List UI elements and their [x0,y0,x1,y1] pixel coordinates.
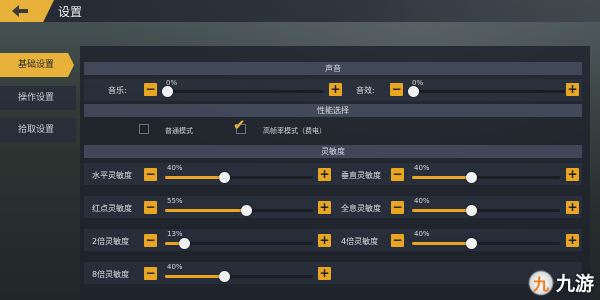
scope2x-sens-minus-button[interactable]: − [144,234,157,247]
check-icon: ✔ [233,116,246,134]
horizontal-sens-minus-button[interactable]: − [144,168,157,181]
holo-sens-knob[interactable] [466,205,477,216]
scope4x-sens-minus-button[interactable]: − [391,234,404,247]
holo-sens-label: 全息灵敏度 [341,204,381,213]
sfx-label: 音效: [356,86,375,95]
sensitivity-row-4 [84,262,582,284]
nav-item-basic[interactable]: 基础设置 [0,53,74,77]
vertical-sens-slider[interactable] [412,172,560,183]
scope8x-sens-minus-button[interactable]: − [144,267,157,280]
vertical-sens-plus-button[interactable]: + [566,168,579,181]
scope4x-sens-label: 4倍灵敏度 [341,237,379,246]
nav-item-controls[interactable]: 操作设置 [0,86,76,110]
horizontal-sens-knob[interactable] [219,172,230,183]
sfx-slider-knob[interactable] [408,86,419,97]
holo-sens-minus-button[interactable]: − [391,201,404,214]
vertical-sens-minus-button[interactable]: − [391,168,404,181]
back-arrow-icon [12,5,28,17]
scope2x-sens-label: 2倍灵敏度 [92,237,130,246]
watermark: 九 九游 [527,269,594,296]
music-plus-button[interactable]: + [329,83,342,96]
scope4x-sens-plus-button[interactable]: + [566,234,579,247]
holo-sens-slider[interactable] [412,205,560,216]
sensitivity-row-1 [84,163,582,185]
sfx-slider[interactable] [408,86,565,97]
scope8x-sens-knob[interactable] [219,271,230,282]
section-header-sensitivity: 灵敏度 [84,145,582,158]
scope4x-sens-knob[interactable] [466,238,477,249]
vertical-sens-label: 垂直灵敏度 [341,171,381,180]
holo-sens-value: 40% [414,197,430,205]
sensitivity-row-3 [84,229,582,251]
music-minus-button[interactable]: − [144,83,157,96]
sfx-plus-button[interactable]: + [566,83,579,96]
normal-mode-checkbox[interactable] [139,124,149,134]
section-header-performance: 性能选择 [84,104,582,117]
sensitivity-row-2 [84,196,582,218]
scope2x-sens-plus-button[interactable]: + [318,234,331,247]
nav-item-pickup[interactable]: 拾取设置 [0,118,76,142]
horizontal-sens-fill [165,176,224,179]
nav-item-label: 拾取设置 [18,125,55,135]
holo-sens-fill [412,209,471,212]
scope2x-sens-knob[interactable] [179,238,190,249]
red-dot-sens-value: 55% [167,197,183,205]
scope4x-sens-slider[interactable] [412,238,560,249]
holo-sens-plus-button[interactable]: + [566,201,579,214]
top-bar [0,0,600,22]
vertical-sens-knob[interactable] [466,172,477,183]
scope4x-sens-value: 40% [414,230,430,238]
nav-item-label: 操作设置 [18,93,55,103]
music-label: 音乐: [108,86,127,95]
red-dot-sens-label: 红点灵敏度 [92,204,132,213]
horizontal-sens-slider[interactable] [165,172,313,183]
scope4x-sens-fill [412,242,471,245]
scope8x-sens-fill [165,275,224,278]
scope8x-sens-slider[interactable] [165,271,313,282]
high-fps-label: 高帧率模式（费电） [263,127,326,135]
page-title: 设置 [58,5,83,19]
red-dot-sens-slider[interactable] [165,205,313,216]
horizontal-sens-value: 40% [167,164,183,172]
nav-item-label: 基础设置 [18,60,55,70]
scope8x-sens-value: 40% [167,263,183,271]
section-header-sound: 声音 [84,62,582,75]
music-slider-knob[interactable] [162,86,173,97]
sfx-minus-button[interactable]: − [390,83,403,96]
red-dot-sens-minus-button[interactable]: − [144,201,157,214]
vertical-sens-fill [412,176,471,179]
music-slider[interactable] [162,86,324,97]
horizontal-sens-plus-button[interactable]: + [318,168,331,181]
scope2x-sens-value: 13% [167,230,183,238]
scope2x-sens-slider[interactable] [165,238,313,249]
horizontal-sens-label: 水平灵敏度 [92,171,132,180]
normal-mode-label: 普通模式 [165,127,193,135]
scope8x-sens-plus-button[interactable]: + [318,267,331,280]
vertical-sens-value: 40% [414,164,430,172]
red-dot-sens-plus-button[interactable]: + [318,201,331,214]
watermark-logo-icon: 九 [527,269,554,296]
scope8x-sens-label: 8倍灵敏度 [92,270,130,279]
watermark-text: 九游 [555,273,594,295]
red-dot-sens-knob[interactable] [241,205,252,216]
red-dot-sens-fill [165,209,246,212]
